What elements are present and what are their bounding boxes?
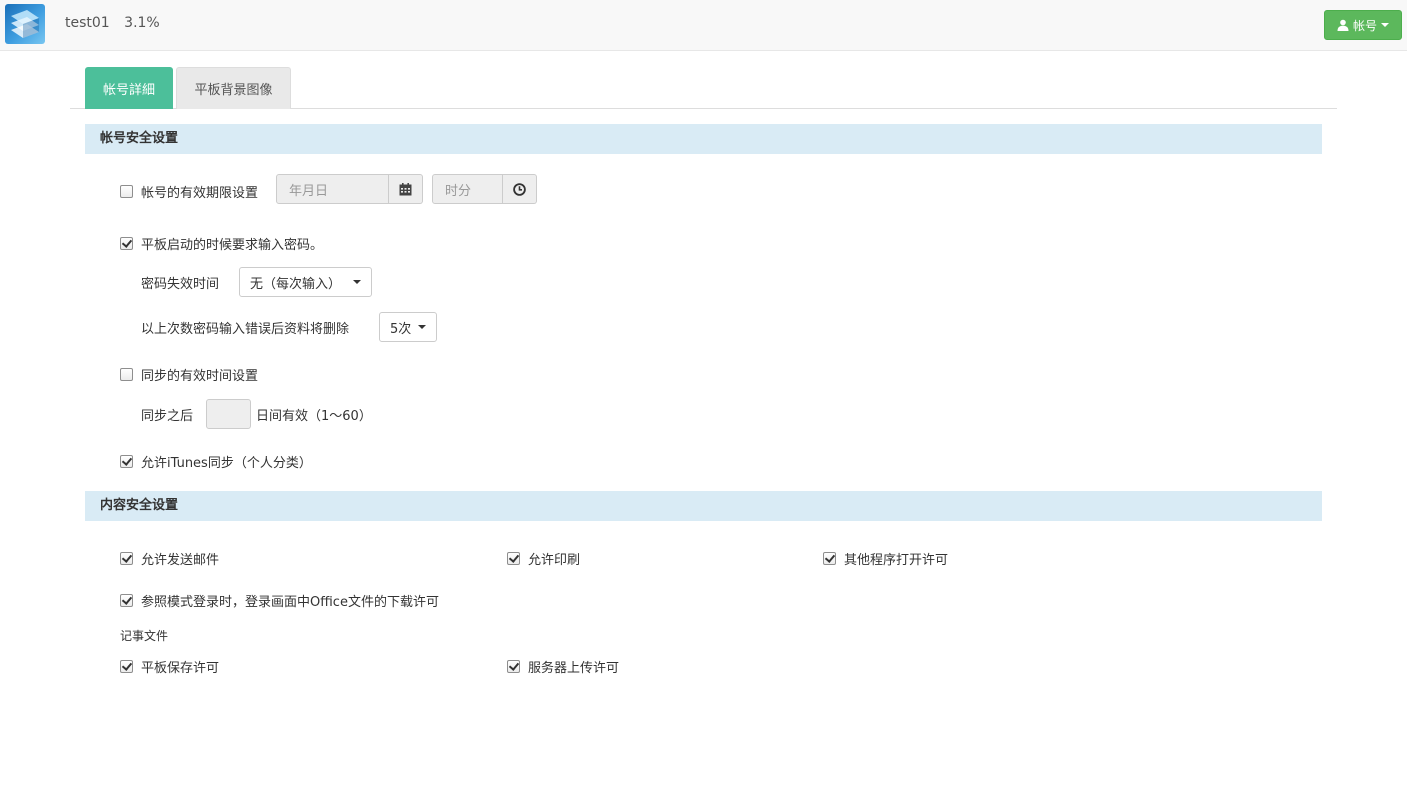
tab-label: 帐号詳細 bbox=[102, 82, 155, 98]
expiry-time-input[interactable]: 时分 bbox=[432, 174, 503, 204]
caret-down-icon bbox=[353, 280, 361, 284]
allow-open-in-checkbox[interactable] bbox=[823, 552, 836, 565]
password-timeout-select[interactable]: 无（每次输入） bbox=[239, 267, 372, 297]
sync-days-suffix-row: 日间有效（1～60） bbox=[256, 405, 372, 424]
server-upload-row: 服务器上传许可 bbox=[507, 657, 619, 676]
allow-email-checkbox[interactable] bbox=[120, 552, 133, 565]
itunes-sync-checkbox[interactable] bbox=[120, 455, 133, 468]
tablet-save-label: 平板保存许可 bbox=[141, 661, 220, 676]
expiry-row: 帐号的有效期限设置 bbox=[120, 182, 258, 201]
expiry-date-input[interactable]: 年月日 bbox=[276, 174, 389, 204]
clock-icon bbox=[513, 182, 526, 196]
expiry-date-picker: 年月日 bbox=[276, 174, 423, 204]
account-button-label: 帐号 bbox=[1352, 18, 1377, 33]
username-label: test01 bbox=[65, 15, 110, 31]
clock-button[interactable] bbox=[503, 174, 537, 204]
allow-print-checkbox[interactable] bbox=[507, 552, 520, 565]
wipe-after-select[interactable]: 5次 bbox=[379, 312, 437, 342]
account-summary: test01 3.1% bbox=[65, 15, 160, 31]
password-timeout-label: 密码失效时间 bbox=[141, 277, 220, 292]
itunes-sync-label: 允许iTunes同步（个人分类） bbox=[141, 456, 312, 471]
password-timeout-row: 密码失效时间 bbox=[141, 273, 219, 292]
account-security-header: 帐号安全设置 bbox=[85, 124, 1322, 154]
sync-days-suffix: 日间有效（1～60） bbox=[256, 409, 372, 424]
sync-validity-checkbox[interactable] bbox=[120, 368, 133, 381]
allow-email-label: 允许发送邮件 bbox=[141, 553, 220, 568]
sync-validity-label: 同步的有效时间设置 bbox=[141, 369, 259, 384]
top-navbar: test01 3.1% 帐号 bbox=[0, 0, 1407, 51]
tablet-save-row: 平板保存许可 bbox=[120, 657, 219, 676]
tab-label: 平板背景图像 bbox=[194, 83, 273, 98]
allow-open-in-label: 其他程序打开许可 bbox=[844, 553, 949, 568]
password-timeout-value: 无（每次输入） bbox=[250, 276, 342, 292]
wipe-after-label: 以上次数密码输入错误后资料将删除 bbox=[141, 322, 350, 337]
office-download-label: 参照模式登录时，登录画面中Office文件的下载许可 bbox=[141, 595, 439, 610]
notes-subheading: 记事文件 bbox=[120, 629, 169, 643]
wipe-after-row: 以上次数密码输入错误后资料将删除 bbox=[141, 318, 349, 337]
expiry-checkbox[interactable] bbox=[120, 185, 133, 198]
expiry-label: 帐号的有效期限设置 bbox=[141, 186, 259, 201]
allow-open-in-row: 其他程序打开许可 bbox=[823, 549, 948, 568]
calendar-button[interactable] bbox=[389, 174, 423, 204]
caret-down-icon bbox=[418, 325, 426, 329]
itunes-sync-row: 允许iTunes同步（个人分类） bbox=[120, 452, 312, 471]
user-icon bbox=[1337, 19, 1349, 31]
sync-validity-row: 同步的有效时间设置 bbox=[120, 365, 258, 384]
app-logo[interactable] bbox=[5, 4, 45, 44]
office-download-checkbox[interactable] bbox=[120, 594, 133, 607]
sync-days-input[interactable] bbox=[206, 399, 251, 429]
content-security-header: 内容安全设置 bbox=[85, 491, 1322, 521]
sync-days-prefix-row: 同步之后 bbox=[141, 405, 193, 424]
tab-tablet-background[interactable]: 平板背景图像 bbox=[176, 67, 291, 109]
require-password-checkbox[interactable] bbox=[120, 237, 133, 250]
require-password-label: 平板启动的时候要求输入密码。 bbox=[141, 238, 324, 253]
expiry-time-picker: 时分 bbox=[432, 174, 537, 204]
calendar-icon bbox=[399, 182, 412, 195]
require-password-row: 平板启动的时候要求输入密码。 bbox=[120, 234, 323, 253]
wipe-after-value: 5次 bbox=[390, 321, 412, 337]
office-download-row: 参照模式登录时，登录画面中Office文件的下载许可 bbox=[120, 591, 439, 610]
caret-down-icon bbox=[1381, 23, 1389, 27]
account-dropdown-button[interactable]: 帐号 bbox=[1324, 10, 1402, 40]
server-upload-label: 服务器上传许可 bbox=[528, 661, 620, 676]
allow-email-row: 允许发送邮件 bbox=[120, 549, 219, 568]
tab-account-details[interactable]: 帐号詳細 bbox=[85, 67, 173, 109]
sync-days-prefix: 同步之后 bbox=[141, 409, 194, 424]
server-upload-checkbox[interactable] bbox=[507, 660, 520, 673]
allow-print-row: 允许印刷 bbox=[507, 549, 580, 568]
tablet-save-checkbox[interactable] bbox=[120, 660, 133, 673]
usage-percentage: 3.1% bbox=[124, 15, 160, 31]
allow-print-label: 允许印刷 bbox=[528, 553, 581, 568]
tab-bar: 帐号詳細 平板背景图像 bbox=[70, 67, 1337, 109]
